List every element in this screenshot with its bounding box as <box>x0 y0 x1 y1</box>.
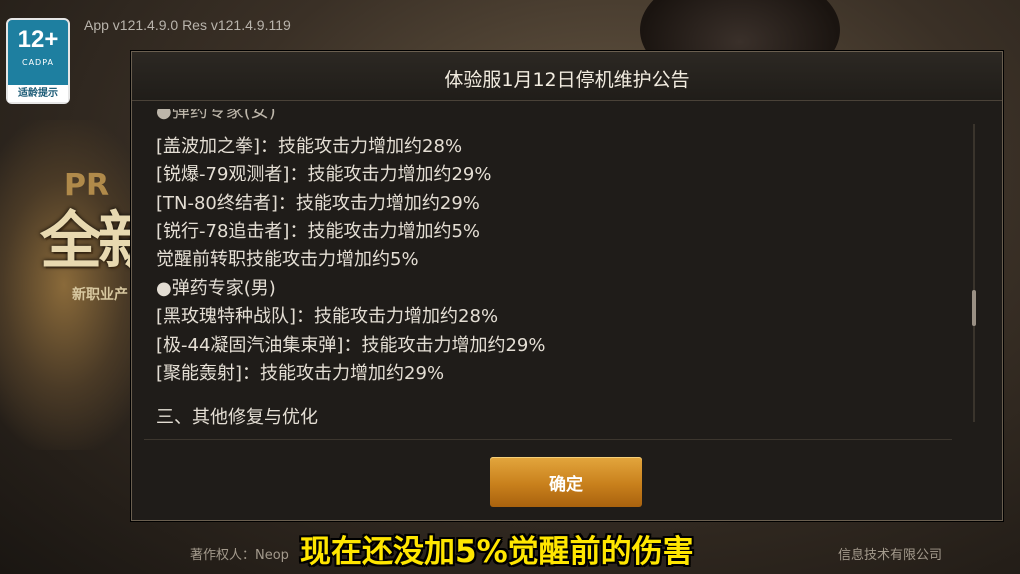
copyright-right: 信息技术有限公司 <box>838 548 943 563</box>
scrollbar-track[interactable] <box>973 124 975 422</box>
version-text: App v121.4.9.0 Res v121.4.9.119 <box>84 17 291 33</box>
video-subtitle: 现在还没加5%觉醒前的伤害 <box>300 534 694 570</box>
content-line: ●弹药专家(男) <box>156 278 276 299</box>
section-heading: 三、其他修复与优化 <box>156 407 318 428</box>
announcement-dialog: 体验服1月12日停机维护公告 ●弹药专家(女) [盖波加之拳]：技能攻击力增加约… <box>131 51 1003 521</box>
scrollbar-thumb[interactable] <box>972 290 976 326</box>
content-line: [盖波加之拳]：技能攻击力增加约28% <box>156 136 463 157</box>
age-rating-org: CADPA <box>21 58 54 67</box>
dialog-header: 体验服1月12日停机维护公告 <box>132 52 1002 101</box>
dialog-title: 体验服1月12日停机维护公告 <box>444 69 690 91</box>
content-line: [极-44凝固汽油集束弹]：技能攻击力增加约29% <box>156 335 546 356</box>
confirm-button[interactable]: 确定 <box>490 457 642 507</box>
content-line-partial: ●弹药专家(女) <box>156 109 276 122</box>
announcement-content[interactable]: ●弹药专家(女) [盖波加之拳]：技能攻击力增加约28% [锐爆-79观测者]：… <box>144 109 988 439</box>
age-rating-badge: 12+ CADPA 适龄提示 <box>6 18 70 104</box>
content-line: [锐爆-79观测者]：技能攻击力增加约29% <box>156 164 492 185</box>
age-rating-value: 12+ <box>17 26 59 53</box>
content-line: [聚能轰射]：技能攻击力增加约29% <box>156 363 445 384</box>
content-line: [黑玫瑰特种战队]：技能攻击力增加约28% <box>156 306 499 327</box>
dialog-divider <box>144 439 952 440</box>
content-line: [TN-80终结者]：技能攻击力增加约29% <box>156 193 480 214</box>
copyright-left: 著作权人：Neop <box>190 548 289 563</box>
content-line: 觉醒前转职技能攻击力增加约5% <box>156 249 419 270</box>
background-logo-subtitle: 新职业产 <box>72 287 128 303</box>
content-line: [锐行-78追击者]：技能攻击力增加约5% <box>156 221 480 242</box>
age-rating-tip: 适龄提示 <box>8 85 68 102</box>
